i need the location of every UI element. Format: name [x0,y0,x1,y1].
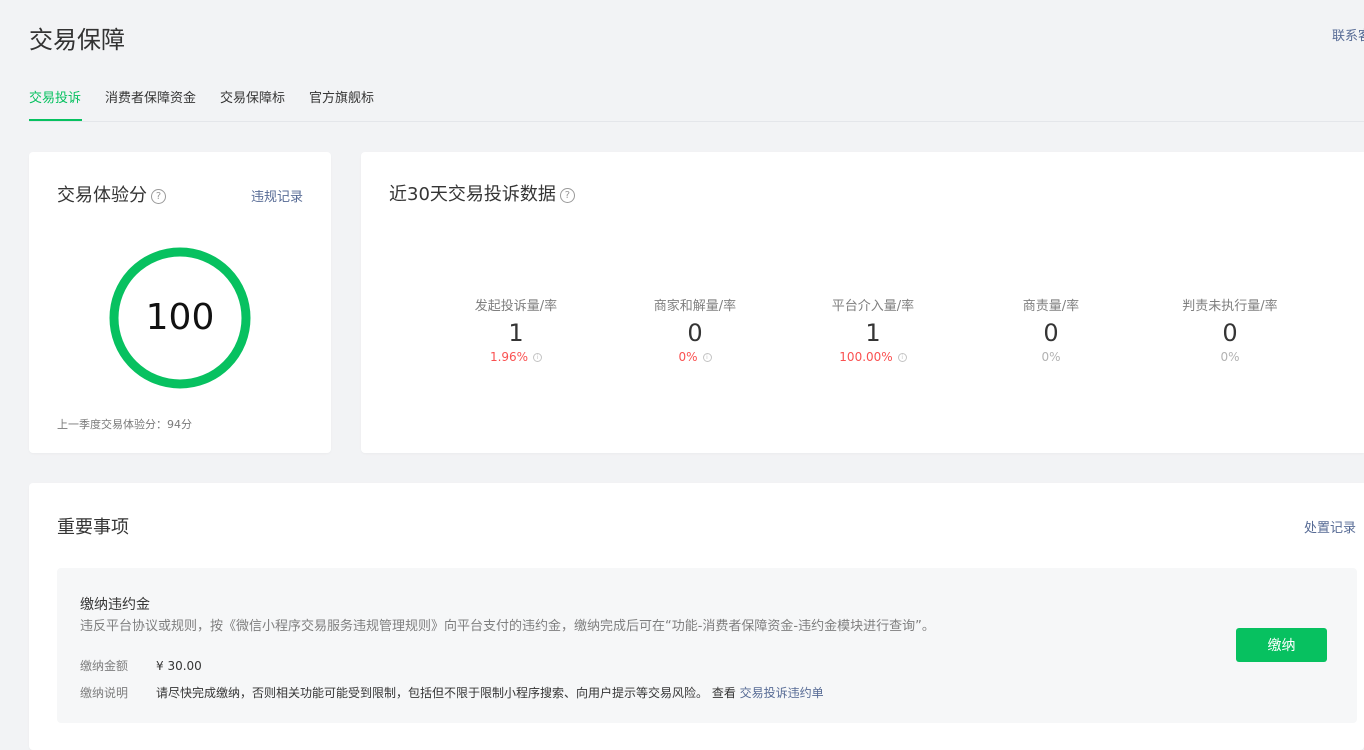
stat-label: 发起投诉量/率 [474,299,558,314]
stat-platform-interventions: 平台介入量/率 1 100.00% i [783,295,963,364]
important-items-card: 重要事项 处置记录 缴纳违约金 违反平台协议或规则，按《微信小程序交易服务违规管… [29,483,1364,750]
stat-unexecuted-judgments: 判责未执行量/率 0 0% [1140,295,1320,364]
handling-records-link[interactable]: 处置记录 [1304,517,1356,536]
stat-label: 商家和解量/率 [653,299,737,314]
tab-trade-complaints[interactable]: 交易投诉 [29,87,81,106]
important-items-title: 重要事项 [57,517,129,538]
info-icon[interactable]: i [702,353,712,362]
page: 交易保障 联系客服 交易投诉 消费者保障资金 交易保障标 官方旗舰标 交易体验分… [0,0,1364,750]
contact-service-link[interactable]: 联系客服 [1332,25,1364,44]
stat-value: 0 [687,319,703,347]
last-quarter-score: 上一季度交易体验分：94分 [57,418,192,431]
pay-button[interactable]: 缴纳 [1236,628,1327,662]
stat-merchant-liability: 商责量/率 0 0% [961,295,1141,364]
payment-amount-value: ¥ 30.00 [156,659,202,673]
stat-label: 商责量/率 [1022,299,1080,314]
tab-bar: 交易投诉 消费者保障资金 交易保障标 官方旗舰标 [29,80,1364,122]
experience-score-title: 交易体验分? [57,181,166,207]
stat-label: 判责未执行量/率 [1182,299,1278,314]
payment-note-label: 缴纳说明 [80,686,129,700]
stat-rate: 1.96% i [426,350,606,364]
stat-value: 1 [865,319,881,347]
stat-rate-text: 0% [678,350,698,364]
stat-complaints-initiated: 发起投诉量/率 1 1.96% i [426,295,606,364]
penalty-payment-item: 缴纳违约金 违反平台协议或规则，按《微信小程序交易服务违规管理规则》向平台支付的… [57,568,1357,723]
tab-consumer-protection-fund[interactable]: 消费者保障资金 [105,87,196,106]
stat-value: 0 [1222,319,1238,347]
experience-score-title-text: 交易体验分 [57,185,147,206]
active-tab-indicator [29,119,82,121]
payment-amount-label: 缴纳金额 [80,659,129,673]
tab-official-flagship-badge[interactable]: 官方旗舰标 [309,87,374,106]
stat-label: 平台介入量/率 [831,299,915,314]
complaint-stats-card: 近30天交易投诉数据? 发起投诉量/率 1 1.96% i 商家和解量/率 0 0… [361,152,1364,453]
payment-amount-row: 缴纳金额 ¥ 30.00 [80,657,202,674]
stat-rate: 100.00% i [783,350,963,364]
payment-note-row: 缴纳说明 请尽快完成缴纳，否则相关功能可能受到限制，包括但不限于限制小程序搜索、向… [80,684,824,701]
stat-merchant-settlements: 商家和解量/率 0 0% i [605,295,785,364]
payment-note-value: 请尽快完成缴纳，否则相关功能可能受到限制，包括但不限于限制小程序搜索、向用户提示… [156,686,736,700]
stat-rate: 0% [1041,350,1061,364]
stat-rate-text: 100.00% [839,350,893,364]
penalty-item-title: 缴纳违约金 [80,597,150,613]
experience-score-card: 交易体验分? 违规记录 100 上一季度交易体验分：94分 [29,152,331,453]
stat-rate-text: 1.96% [489,350,529,364]
info-icon[interactable]: i [897,353,907,362]
help-icon[interactable]: ? [151,189,166,204]
help-icon[interactable]: ? [559,188,575,203]
page-title: 交易保障 [29,26,125,54]
complaint-stats-title: 近30天交易投诉数据? [389,180,575,206]
stat-rate: 0% i [605,350,785,364]
complaint-stats-title-text: 近30天交易投诉数据 [389,184,556,205]
stat-value: 1 [508,319,524,347]
penalty-item-description: 违反平台协议或规则，按《微信小程序交易服务违规管理规则》向平台支付的违约金，缴纳… [80,619,935,634]
tab-trade-guarantee-badge[interactable]: 交易保障标 [220,87,285,106]
stat-value: 0 [1043,319,1059,347]
score-value: 100 [145,297,215,338]
info-icon[interactable]: i [533,353,543,362]
complaint-penalty-order-link[interactable]: 交易投诉违约单 [740,686,824,700]
stat-rate: 0% [1220,350,1240,364]
violation-records-link[interactable]: 违规记录 [251,186,303,205]
